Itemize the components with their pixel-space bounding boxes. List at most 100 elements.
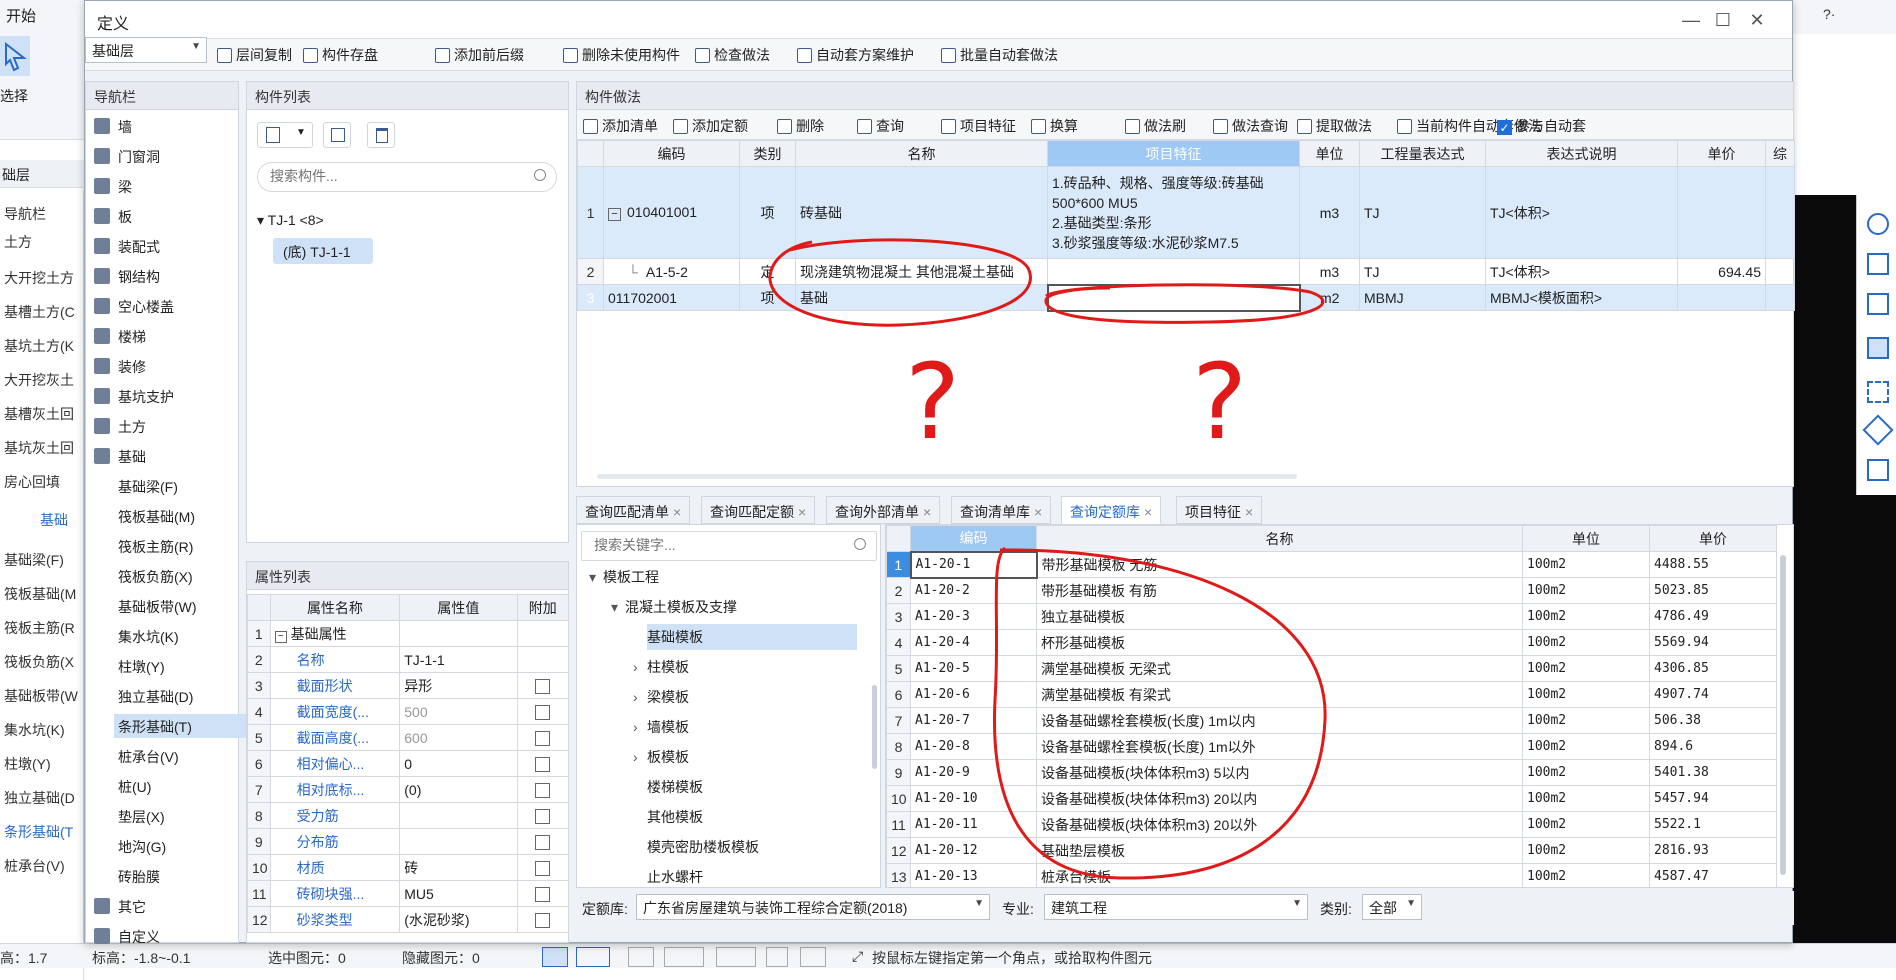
dialog-toolbar-button[interactable]: 检查做法 [695,45,770,65]
quota-code[interactable]: A1-20-10 [910,785,1037,812]
close-icon[interactable]: ✕ [1744,7,1770,33]
quota-tree-item[interactable]: › 梁模板 [633,687,689,707]
bg-nav-item[interactable]: 基坑灰土回 [4,438,74,458]
collapse-icon[interactable]: − [608,208,621,221]
property-row[interactable]: 7 相对底标... (0) [247,776,570,803]
bg-nav-item[interactable]: 筏板基础(M [4,584,76,604]
method-code-cell[interactable]: └ A1-5-2 [603,258,740,285]
category-select[interactable]: 全部 ▼ [1362,894,1422,920]
ribbon-start-tab[interactable]: 开始 [6,5,36,26]
quota-code[interactable]: A1-20-9 [910,759,1037,786]
property-extra-checkbox[interactable] [535,756,551,772]
property-row[interactable]: 2 名称 TJ-1-1 [247,646,570,673]
property-extra-checkbox[interactable] [535,912,551,928]
bottom-tab[interactable]: 项目特征 × [1176,496,1263,524]
method-feature-cell[interactable] [1046,283,1301,312]
close-tab-icon[interactable]: × [1245,504,1253,520]
property-value[interactable]: 砖 [399,854,518,881]
method-expression[interactable]: TJ [1359,258,1486,285]
methods-toolbar-button[interactable]: 查询 [857,116,904,136]
bg-nav-item[interactable]: 基础梁(F) [4,550,64,570]
nav-item[interactable]: 钢结构 [90,264,250,288]
floor-select[interactable]: 基础层 ▼ [85,37,207,63]
minimize-icon[interactable]: — [1678,7,1704,33]
bg-nav-item[interactable]: 基坑土方(K [4,336,74,356]
close-tab-icon[interactable]: × [1034,504,1042,520]
nav-subitem[interactable]: 集水坑(K) [114,624,246,648]
select-tool-icon[interactable] [0,36,30,76]
method-unit[interactable]: m3 [1299,258,1360,285]
property-row[interactable]: 4 截面宽度(... 500 [247,698,570,725]
quota-name[interactable]: 设备基础螺栓套模板(长度) 1m以内 [1036,707,1523,734]
auto-apply-checkbox[interactable]: ✓ [1497,119,1512,135]
quota-name[interactable]: 设备基础螺栓套模板(长度) 1m以外 [1036,733,1523,760]
method-feature-cell[interactable] [1047,258,1300,285]
quota-name[interactable]: 杯形基础模板 [1036,629,1523,656]
quota-search[interactable] [581,531,877,561]
quota-row[interactable]: 6 A1-20-6 满堂基础模板 有梁式 100m2 4907.74 [886,681,1777,708]
property-value[interactable] [399,802,518,829]
layer-tool-icon[interactable] [766,947,788,967]
property-value[interactable]: 500 [399,698,518,725]
nav-subitem[interactable]: 垫层(X) [114,804,246,828]
nav-subitem[interactable]: 筏板负筋(X) [114,564,246,588]
quota-row[interactable]: 9 A1-20-9 设备基础模板(块体体积m3) 5以内 100m2 5401.38 [886,759,1777,786]
methods-toolbar-button[interactable]: 添加定额 [673,116,748,136]
quota-tree-item[interactable]: ▾ 混凝土模板及支撑 [611,597,737,617]
bg-nav-item[interactable]: 大开挖土方 [4,268,74,288]
nav-item[interactable]: 楼梯 [90,324,250,348]
quota-code[interactable]: A1-20-4 [910,629,1037,656]
nav-item[interactable]: 基坑支护 [90,384,250,408]
property-value[interactable] [399,620,518,647]
quota-code[interactable]: A1-20-5 [910,655,1037,682]
property-row[interactable]: 8 受力筋 [247,802,570,829]
quota-row[interactable]: 1 A1-20-1 带形基础模板 无筋 100m2 4488.55 [886,550,1777,579]
tree-expand-icon[interactable]: › [633,659,647,675]
method-type[interactable]: 项 [739,166,796,259]
nav-subitem[interactable]: 桩(U) [114,774,246,798]
nav-subitem[interactable]: 柱墩(Y) [114,654,246,678]
method-code-cell[interactable]: 011702001 [603,284,740,311]
methods-toolbar-button[interactable]: 项目特征 [941,116,1016,136]
quota-name[interactable]: 带形基础模板 有筋 [1036,577,1523,604]
quota-tree-item[interactable]: ▾ 模板工程 [589,567,659,587]
quota-name[interactable]: 带形基础模板 无筋 [1036,551,1523,578]
bg-nav-item[interactable]: 桩承台(V) [4,856,65,876]
property-row[interactable]: 9 分布筋 [247,828,570,855]
quota-row[interactable]: 11 A1-20-11 设备基础模板(块体体积m3) 20以外 100m2 5522.1 [886,811,1777,838]
library-select[interactable]: 广东省房屋建筑与装饰工程综合定额(2018) ▼ [636,894,990,920]
nav-item[interactable]: 土方 [90,414,250,438]
property-value[interactable]: (0) [399,776,518,803]
property-extra-checkbox[interactable] [535,730,551,746]
nav-item[interactable]: 装配式 [90,234,250,258]
property-extra-checkbox[interactable] [535,782,551,798]
quota-row[interactable]: 2 A1-20-2 带形基础模板 有筋 100m2 5023.85 [886,577,1777,604]
new-component-button[interactable]: ▼ [257,122,313,148]
methods-toolbar-button[interactable]: 提取做法 [1297,116,1372,136]
close-tab-icon[interactable]: × [798,504,806,520]
dialog-toolbar-button[interactable]: 自动套方案维护 [797,45,914,65]
dialog-toolbar-button[interactable]: 批量自动套做法 [941,45,1058,65]
nav-item[interactable]: 空心楼盖 [90,294,250,318]
property-value[interactable]: MU5 [399,880,518,907]
bg-nav-item[interactable]: 柱墩(Y) [4,754,51,774]
quota-name[interactable]: 设备基础模板(块体体积m3) 20以内 [1036,785,1523,812]
property-row[interactable]: 5 截面高度(... 600 [247,724,570,751]
method-type[interactable]: 定 [739,258,796,285]
quota-header-code[interactable]: 编码 [910,525,1037,552]
property-extra-checkbox[interactable] [535,808,551,824]
select-tool-label[interactable]: 选择 [0,86,28,106]
nav-subitem[interactable]: 地沟(G) [114,834,246,858]
property-row[interactable]: 6 相对偏心... 0 [247,750,570,777]
quota-row[interactable]: 10 A1-20-10 设备基础模板(块体体积m3) 20以内 100m2 5457.9… [886,785,1777,812]
property-value[interactable]: 600 [399,724,518,751]
3d-view-icon[interactable] [1867,253,1889,275]
bg-nav-item[interactable]: 基础 [40,510,68,530]
methods-toolbar-button[interactable]: 删除 [777,116,824,136]
close-tab-icon[interactable]: × [1144,504,1152,520]
arc-tool-icon[interactable] [800,947,826,967]
nav-subitem[interactable]: 基础梁(F) [114,474,246,498]
nav-subitem[interactable]: 筏板基础(M) [114,504,246,528]
methods-toolbar-button[interactable]: 添加清单 [583,116,658,136]
property-row[interactable]: 1− 基础属性 [247,620,570,647]
